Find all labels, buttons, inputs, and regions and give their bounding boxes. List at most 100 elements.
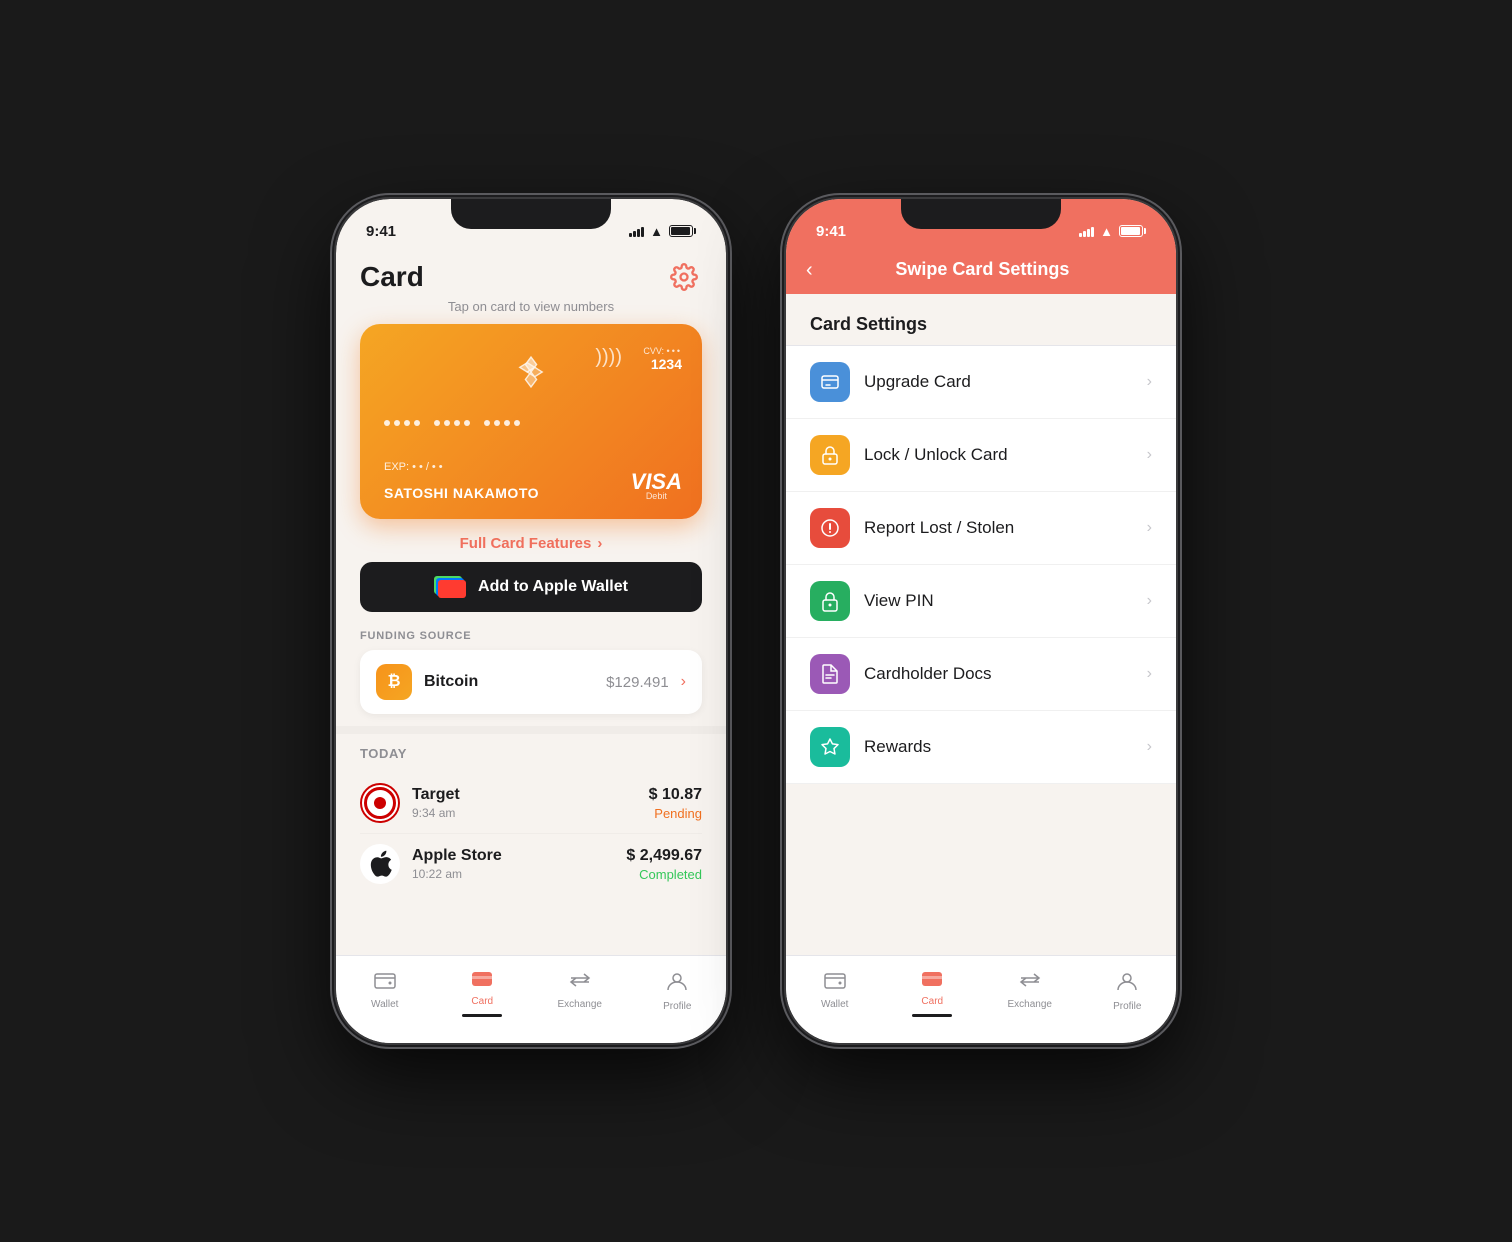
funding-chevron-icon: › — [681, 673, 686, 691]
rewards-label: Rewards — [864, 737, 1147, 757]
bottom-nav-1: Wallet Card Exchange — [336, 955, 726, 1043]
tx-name-apple: Apple Store — [412, 847, 614, 865]
wifi-icon: ▲ — [650, 224, 663, 239]
nav-profile-2[interactable]: Profile — [1079, 964, 1177, 1023]
card-settings-label: Card Settings — [786, 294, 1176, 345]
nav-card-1[interactable]: Card — [434, 964, 532, 1023]
credit-card[interactable]: CVV: ••• 1234 )))) EXP: ••/•• SATOSHI NA… — [360, 324, 702, 519]
tx-time-target: 9:34 am — [412, 806, 637, 820]
cardholder-docs-row[interactable]: Cardholder Docs › — [786, 638, 1176, 711]
cardholder-docs-icon — [810, 654, 850, 694]
funding-section: FUNDING SOURCE ₿ Bitcoin $129.491 › — [336, 622, 726, 718]
funding-name: Bitcoin — [424, 673, 594, 691]
upgrade-card-chevron-icon: › — [1147, 373, 1152, 391]
full-card-features-link[interactable]: Full Card Features › — [336, 535, 726, 552]
rewards-icon — [810, 727, 850, 767]
exchange-nav-icon-2 — [1019, 970, 1041, 996]
settings-screen-wrapper: ‹ Swipe Card Settings Card Settings Upgr… — [786, 249, 1176, 1043]
today-label: TODAY — [360, 746, 702, 761]
signal-icon — [629, 225, 644, 237]
transaction-target[interactable]: Target 9:34 am $ 10.87 Pending — [360, 773, 702, 834]
nav-card-2[interactable]: Card — [884, 964, 982, 1023]
battery-icon-2 — [1119, 225, 1146, 237]
view-pin-chevron-icon: › — [1147, 592, 1152, 610]
funding-label: FUNDING SOURCE — [360, 630, 702, 642]
settings-content: Card Settings Upgrade Card › Lock / Unlo… — [786, 294, 1176, 955]
nav-exchange-1[interactable]: Exchange — [531, 964, 629, 1023]
report-lost-row[interactable]: Report Lost / Stolen › — [786, 492, 1176, 565]
wallet-nav-icon-2 — [824, 970, 846, 996]
status-bar-2: 9:41 ▲ — [786, 199, 1176, 249]
tx-status-target: Pending — [649, 806, 702, 821]
nav-exchange-2[interactable]: Exchange — [981, 964, 1079, 1023]
phone-1: 9:41 ▲ Card — [336, 199, 726, 1043]
tx-amount-apple: $ 2,499.67 — [626, 847, 702, 865]
apple-wallet-label: Add to Apple Wallet — [478, 578, 628, 596]
wallet-nav-icon — [374, 970, 396, 996]
card-number — [384, 420, 520, 426]
upgrade-card-icon — [810, 362, 850, 402]
transaction-apple[interactable]: Apple Store 10:22 am $ 2,499.67 Complete… — [360, 834, 702, 894]
apple-store-icon — [360, 844, 400, 884]
status-icons-2: ▲ — [1079, 224, 1146, 239]
screen-1: 9:41 ▲ Card — [336, 199, 726, 1043]
tx-right-target: $ 10.87 Pending — [649, 786, 702, 821]
lock-card-icon — [810, 435, 850, 475]
funding-row[interactable]: ₿ Bitcoin $129.491 › — [360, 650, 702, 714]
upgrade-card-label: Upgrade Card — [864, 372, 1147, 392]
tx-time-apple: 10:22 am — [412, 867, 614, 881]
card-nav-icon-active — [471, 970, 493, 993]
funding-amount: $129.491 — [606, 674, 669, 691]
report-lost-chevron-icon: › — [1147, 519, 1152, 537]
cardholder-docs-chevron-icon: › — [1147, 665, 1152, 683]
lock-unlock-card-row[interactable]: Lock / Unlock Card › — [786, 419, 1176, 492]
profile-nav-icon — [666, 970, 688, 998]
target-store-icon — [360, 783, 400, 823]
tx-amount-target: $ 10.87 — [649, 786, 702, 804]
chevron-right-icon: › — [597, 535, 602, 552]
nav-wallet-label-1: Wallet — [371, 999, 398, 1010]
rewards-chevron-icon: › — [1147, 738, 1152, 756]
settings-screen-title: Swipe Card Settings — [829, 259, 1136, 280]
settings-header: ‹ Swipe Card Settings — [786, 249, 1176, 294]
settings-button[interactable] — [666, 259, 702, 295]
transaction-info-target: Target 9:34 am — [412, 786, 637, 820]
nav-wallet-label-2: Wallet — [821, 999, 848, 1010]
cvv-label: CVV: ••• — [643, 346, 682, 356]
report-lost-label: Report Lost / Stolen — [864, 518, 1147, 538]
screen-2: 9:41 ▲ ‹ Swipe Card Settings Card — [786, 199, 1176, 1043]
nav-wallet-1[interactable]: Wallet — [336, 964, 434, 1023]
tx-name-target: Target — [412, 786, 637, 804]
cardholder-docs-label: Cardholder Docs — [864, 664, 1147, 684]
lock-card-chevron-icon: › — [1147, 446, 1152, 464]
view-pin-row[interactable]: View PIN › — [786, 565, 1176, 638]
view-pin-label: View PIN — [864, 591, 1147, 611]
phone-2: 9:41 ▲ ‹ Swipe Card Settings Card — [786, 199, 1176, 1043]
section-divider — [336, 726, 726, 734]
nav-card-label-1: Card — [471, 996, 493, 1007]
rewards-row[interactable]: Rewards › — [786, 711, 1176, 784]
report-lost-icon — [810, 508, 850, 548]
card-nav-icon-2-active — [921, 970, 943, 993]
battery-icon — [669, 225, 696, 237]
apple-wallet-button[interactable]: Add to Apple Wallet — [360, 562, 702, 612]
bitcoin-icon: ₿ — [376, 664, 412, 700]
bottom-nav-2: Wallet Card Exchange — [786, 955, 1176, 1043]
screen1-content: Card Tap on card to view numbers — [336, 249, 726, 1043]
status-time-2: 9:41 — [816, 223, 846, 240]
nav-profile-1[interactable]: Profile — [629, 964, 727, 1023]
back-button[interactable]: ‹ — [806, 260, 813, 280]
nav-profile-label-1: Profile — [663, 1001, 691, 1012]
upgrade-card-row[interactable]: Upgrade Card › — [786, 346, 1176, 419]
cvv-value: 1234 — [643, 356, 682, 372]
page-title-1: Card — [360, 261, 424, 293]
nav-active-indicator — [462, 1014, 502, 1017]
nav-profile-label-2: Profile — [1113, 1001, 1141, 1012]
nav-wallet-2[interactable]: Wallet — [786, 964, 884, 1023]
status-time-1: 9:41 — [366, 223, 396, 240]
exchange-nav-icon — [569, 970, 591, 996]
status-bar-1: 9:41 ▲ — [336, 199, 726, 249]
nav-card-label-2: Card — [921, 996, 943, 1007]
nav-active-indicator-2 — [912, 1014, 952, 1017]
card-expiry: EXP: ••/•• — [384, 461, 446, 473]
